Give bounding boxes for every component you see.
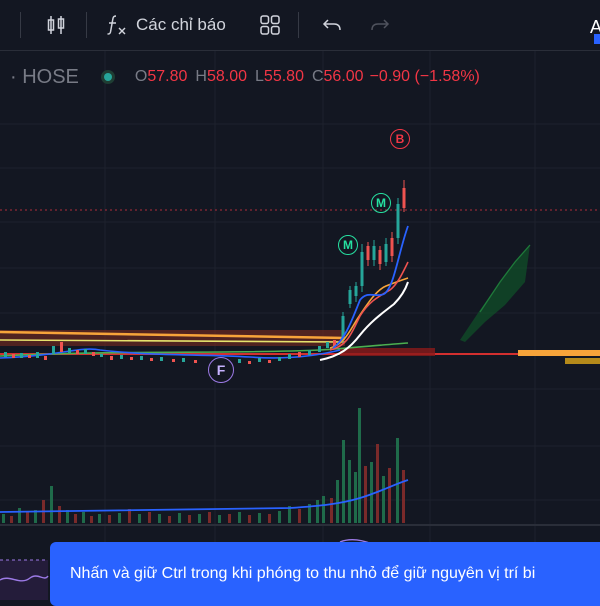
low-label: L: [255, 68, 264, 85]
close-value: 56.00: [323, 68, 364, 85]
toolbar-separator: [298, 12, 299, 38]
toolbar-separator: [20, 12, 21, 38]
buy-marker-text: B: [395, 132, 405, 146]
indicators-label: Các chỉ báo: [136, 15, 226, 34]
candlestick-chart-type-button[interactable]: [44, 10, 68, 40]
redo-icon: [371, 19, 390, 31]
market-status-icon[interactable]: [100, 70, 115, 84]
momentum-signal-marker[interactable]: M: [338, 235, 358, 255]
undo-icon: [322, 19, 341, 31]
open-value: 57.80: [147, 68, 188, 85]
toast-message: Nhấn và giữ Ctrl trong khi phóng to thu …: [70, 565, 536, 582]
redo-button[interactable]: [368, 10, 392, 40]
momentum-signal-marker[interactable]: M: [371, 193, 391, 213]
momentum-marker-text: M: [343, 238, 353, 252]
exchange-label: · HOSE: [10, 65, 79, 88]
ichimoku-cloud: [460, 245, 530, 342]
gold-zone: [565, 358, 600, 364]
f-marker-text: F: [216, 362, 226, 378]
open-label: O: [134, 68, 148, 85]
grid-layout-icon: [260, 15, 280, 35]
high-label: H: [195, 68, 207, 85]
buy-signal-marker[interactable]: B: [390, 129, 410, 149]
high-value: 58.00: [206, 68, 248, 85]
toolbar-separator: [86, 12, 87, 38]
red-zone: [340, 348, 435, 356]
price-change: −0.90 (−1.58%): [369, 68, 480, 85]
volume-ma-line: [0, 479, 409, 513]
indicators-button[interactable]: Các chỉ báo: [106, 10, 226, 40]
f-signal-marker[interactable]: F: [208, 357, 234, 383]
chart-canvas[interactable]: [0, 51, 600, 600]
close-label: C: [311, 68, 324, 85]
low-value: 55.80: [263, 68, 304, 85]
momentum-marker-text: M: [376, 196, 386, 210]
orange-zone: [518, 350, 600, 356]
function-fx-icon: [107, 15, 126, 35]
account-badge: [594, 34, 600, 44]
symbol-legend[interactable]: · HOSE O 57.80 H 58.00 L 55.80 C 56.00 −0.90…: [0, 66, 480, 88]
candles-icon: [47, 16, 65, 34]
zoom-hint-toast: Nhấn và giữ Ctrl trong khi phóng to thu …: [50, 542, 600, 606]
top-toolbar: Các chỉ báo A: [0, 0, 600, 51]
price-chart-pane[interactable]: [0, 51, 600, 600]
undo-button[interactable]: [320, 10, 344, 40]
volume-bars: [2, 408, 405, 523]
layouts-button[interactable]: [258, 10, 282, 40]
